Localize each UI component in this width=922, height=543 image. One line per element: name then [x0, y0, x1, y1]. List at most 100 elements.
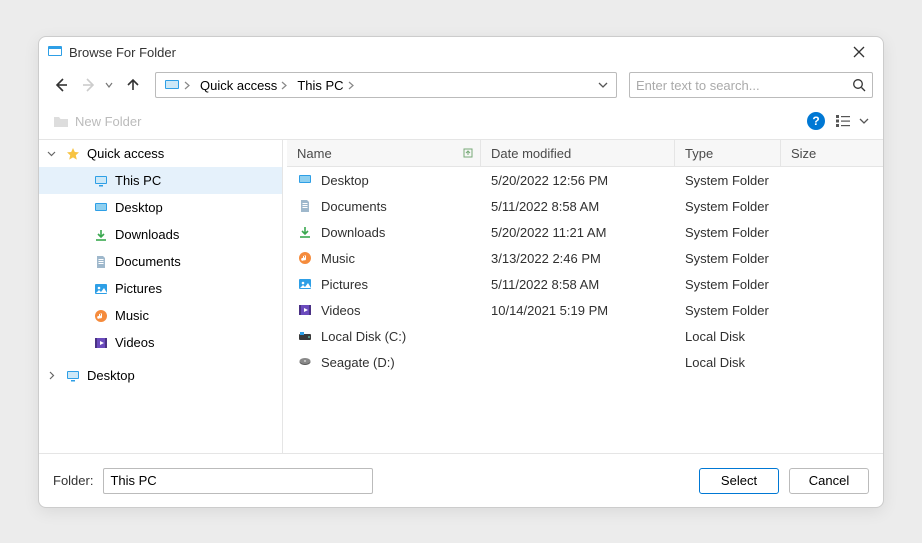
disk-icon — [297, 328, 313, 344]
row-date: 5/20/2022 12:56 PM — [481, 173, 675, 188]
search-bar[interactable] — [629, 72, 873, 98]
toolbar: New Folder ? — [39, 103, 883, 139]
file-list: Name Date modified Type Size Desktop 5/20… — [287, 140, 883, 453]
tree-item-downloads[interactable]: Downloads — [39, 221, 282, 248]
video-icon — [93, 335, 109, 351]
list-header: Name Date modified Type Size — [287, 140, 883, 167]
list-row[interactable]: Local Disk (C:) Local Disk — [287, 323, 883, 349]
list-row[interactable]: Documents 5/11/2022 8:58 AMSystem Folder — [287, 193, 883, 219]
tree-label: Desktop — [87, 368, 135, 383]
list-rows[interactable]: Desktop5/20/2022 12:56 PMSystem FolderDo… — [287, 167, 883, 453]
column-type[interactable]: Type — [675, 140, 781, 166]
breadcrumb-this-pc[interactable]: This PC — [293, 73, 359, 97]
chevron-right-icon — [279, 81, 289, 90]
main-area: Quick access This PCDesktopDownloadsDocu… — [39, 139, 883, 453]
collapse-icon[interactable] — [47, 149, 59, 158]
tree-label: Quick access — [87, 146, 164, 161]
tree-quick-access[interactable]: Quick access — [39, 140, 282, 167]
monitor-icon — [93, 173, 109, 189]
music-icon — [93, 308, 109, 324]
list-row[interactable]: Downloads5/20/2022 11:21 AMSystem Folder — [287, 219, 883, 245]
picture-icon — [93, 281, 109, 297]
view-mode-button[interactable] — [835, 114, 851, 128]
close-button[interactable] — [843, 40, 875, 64]
folder-name-input[interactable] — [103, 468, 373, 494]
row-name: Seagate (D:) — [321, 355, 395, 370]
tree-label: This PC — [115, 173, 161, 188]
document-icon — [93, 254, 109, 270]
folder-tree[interactable]: Quick access This PCDesktopDownloadsDocu… — [39, 140, 283, 453]
row-name: Local Disk (C:) — [321, 329, 406, 344]
download-icon — [297, 224, 313, 240]
row-date: 3/13/2022 2:46 PM — [481, 251, 675, 266]
document-icon — [297, 198, 313, 214]
row-name: Pictures — [321, 277, 368, 292]
row-name: Videos — [321, 303, 361, 318]
search-icon[interactable] — [852, 78, 866, 92]
list-row[interactable]: Music 3/13/2022 2:46 PMSystem Folder — [287, 245, 883, 271]
row-date: 10/14/2021 5:19 PM — [481, 303, 675, 318]
desktop-icon — [65, 368, 81, 384]
address-bar[interactable]: Quick access This PC — [155, 72, 617, 98]
expand-icon[interactable] — [47, 371, 59, 380]
desktop-icon — [297, 172, 313, 188]
tree-item-pictures[interactable]: Pictures — [39, 275, 282, 302]
tree-label: Music — [115, 308, 149, 323]
row-type: System Folder — [675, 225, 781, 240]
row-date: 5/20/2022 11:21 AM — [481, 225, 675, 240]
tree-desktop-root[interactable]: Desktop — [39, 362, 282, 389]
dialog-footer: Folder: Select Cancel — [39, 453, 883, 507]
history-dropdown[interactable] — [105, 81, 117, 89]
row-type: System Folder — [675, 303, 781, 318]
tree-item-desktop[interactable]: Desktop — [39, 194, 282, 221]
disk2-icon — [297, 354, 313, 370]
video-icon — [297, 302, 313, 318]
picture-icon — [297, 276, 313, 292]
list-row[interactable]: Pictures5/11/2022 8:58 AMSystem Folder — [287, 271, 883, 297]
chevron-right-icon — [182, 81, 192, 90]
search-input[interactable] — [636, 78, 852, 93]
column-date[interactable]: Date modified — [481, 140, 675, 166]
title-bar: Browse For Folder — [39, 37, 883, 67]
breadcrumb-quick-access[interactable]: Quick access — [196, 73, 293, 97]
row-name: Desktop — [321, 173, 369, 188]
forward-button[interactable] — [77, 73, 101, 97]
address-root-icon[interactable] — [160, 73, 196, 97]
row-date: 5/11/2022 8:58 AM — [481, 199, 675, 214]
download-icon — [93, 227, 109, 243]
row-type: Local Disk — [675, 329, 781, 344]
select-button[interactable]: Select — [699, 468, 779, 494]
list-row[interactable]: Desktop 5/20/2022 12:56 PMSystem Folder — [287, 167, 883, 193]
tree-item-this-pc[interactable]: This PC — [39, 167, 282, 194]
tree-item-documents[interactable]: Documents — [39, 248, 282, 275]
navigation-row: Quick access This PC — [39, 67, 883, 103]
help-button[interactable]: ? — [807, 112, 825, 130]
column-name[interactable]: Name — [287, 140, 481, 166]
star-icon — [65, 146, 81, 162]
row-name: Documents — [321, 199, 387, 214]
tree-item-videos[interactable]: Videos — [39, 329, 282, 356]
list-row[interactable]: Seagate (D:) Local Disk — [287, 349, 883, 375]
new-folder-button[interactable]: New Folder — [53, 114, 141, 129]
row-type: Local Disk — [675, 355, 781, 370]
tree-label: Pictures — [115, 281, 162, 296]
up-button[interactable] — [121, 73, 145, 97]
folder-label: Folder: — [53, 473, 93, 488]
address-dropdown[interactable] — [594, 80, 612, 90]
list-row[interactable]: Videos 10/14/2021 5:19 PMSystem Folder — [287, 297, 883, 323]
cancel-button[interactable]: Cancel — [789, 468, 869, 494]
tree-label: Documents — [115, 254, 181, 269]
back-button[interactable] — [49, 73, 73, 97]
view-mode-dropdown[interactable] — [859, 116, 869, 126]
row-type: System Folder — [675, 199, 781, 214]
row-name: Music — [321, 251, 355, 266]
row-type: System Folder — [675, 173, 781, 188]
music-icon — [297, 250, 313, 266]
row-type: System Folder — [675, 251, 781, 266]
desktop-icon — [93, 200, 109, 216]
tree-item-music[interactable]: Music — [39, 302, 282, 329]
app-icon — [47, 44, 63, 60]
row-type: System Folder — [675, 277, 781, 292]
column-size[interactable]: Size — [781, 140, 883, 166]
browse-folder-dialog: Browse For Folder Quick access — [38, 36, 884, 508]
